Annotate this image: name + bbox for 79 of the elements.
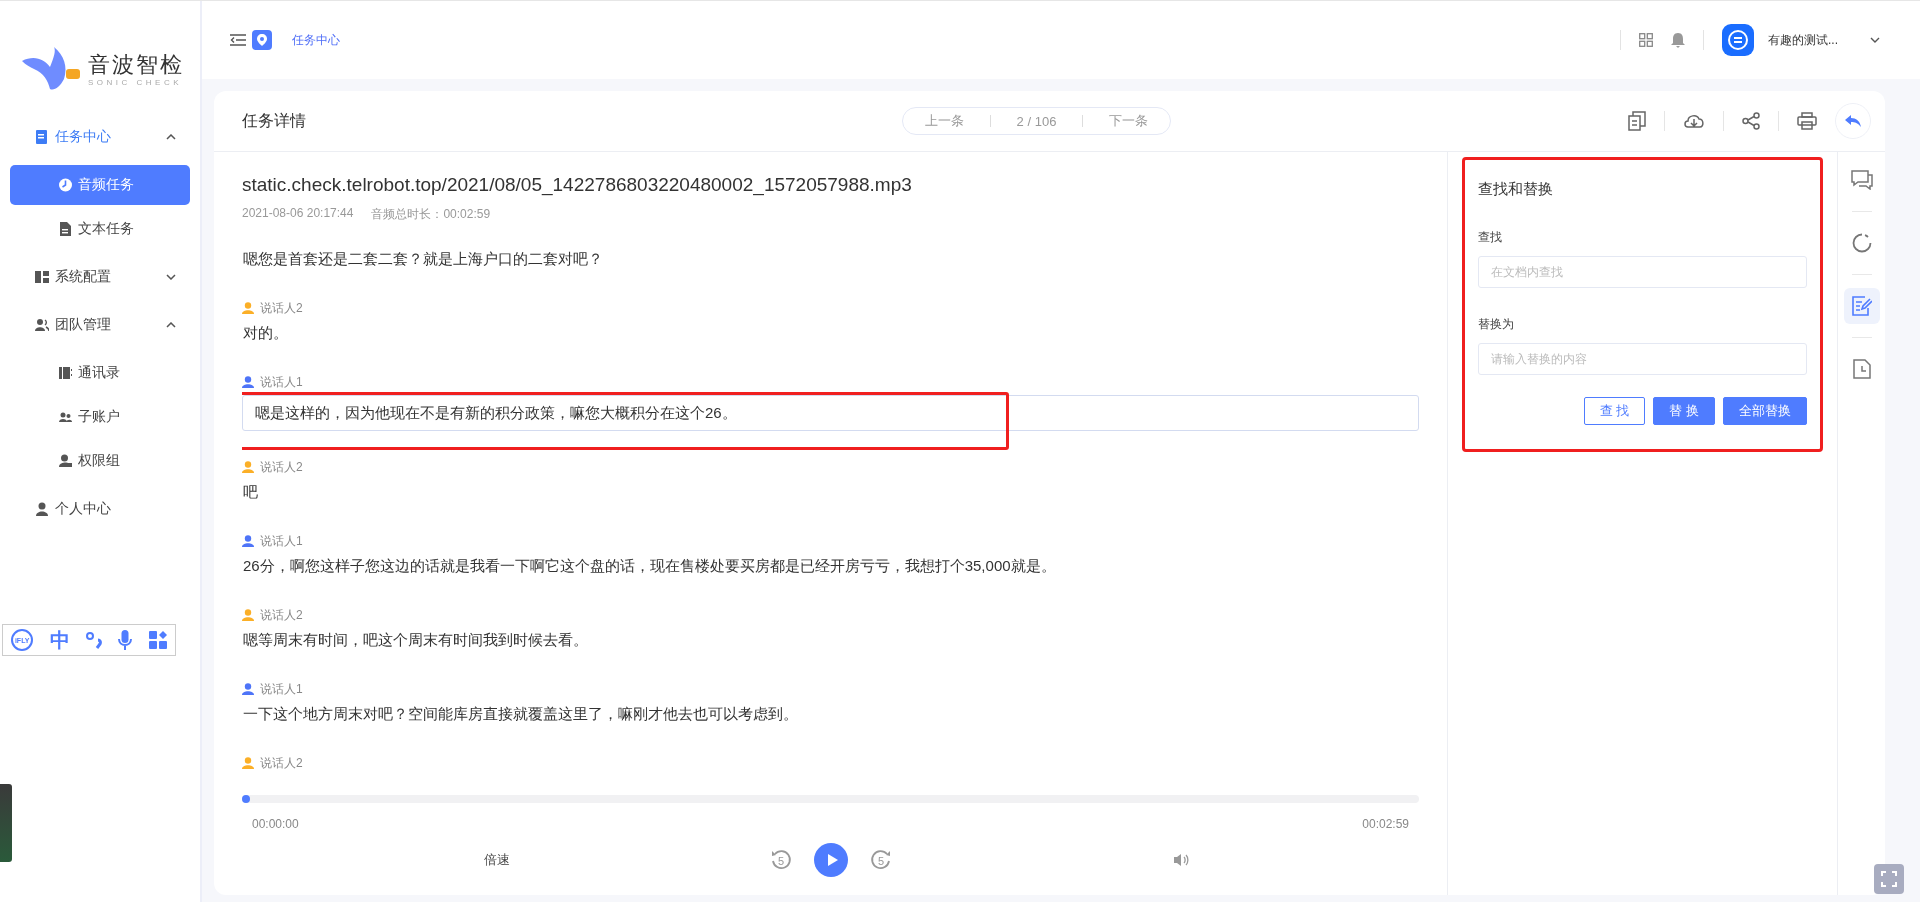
audio-duration: 音频总时长：00:02:59 — [371, 206, 491, 223]
copy-icon[interactable] — [1628, 111, 1646, 131]
menu-group[interactable]: 任务中心 — [0, 113, 200, 161]
total-time: 00:02:59 — [1362, 817, 1409, 831]
menu-item[interactable]: 音频任务 — [10, 165, 190, 205]
bell-icon[interactable] — [1671, 32, 1685, 48]
doc-icon — [35, 130, 49, 144]
utterance-text[interactable]: 吧 — [242, 479, 1419, 505]
volume-icon[interactable] — [1173, 853, 1189, 867]
user-name[interactable]: 有趣的测试... — [1768, 31, 1838, 49]
clock-icon — [59, 178, 72, 192]
language-mode-toggle[interactable]: 中 — [49, 626, 70, 654]
cloud-download-icon[interactable] — [1683, 112, 1705, 130]
back-arrow-icon — [1844, 114, 1862, 128]
brand-tagline: SONIC CHECK — [88, 77, 184, 87]
printer-icon[interactable] — [1797, 112, 1817, 130]
file-name: static.check.telrobot.top/2021/08/05_1422786803220480002_1572057988.mp3 — [242, 174, 913, 196]
speaker-label: 说话人2 — [260, 754, 303, 772]
utterance-text[interactable]: 26分，啊您这样子您这边的话就是我看一下啊它这个盘的话，现在售楼处要买房都是已经开房亏亏，我想打个35,000就是。 — [242, 553, 1419, 579]
back-button[interactable] — [1835, 103, 1871, 139]
team-icon — [35, 318, 49, 332]
location-pin-icon — [252, 30, 272, 50]
progress-track[interactable] — [242, 795, 1419, 803]
card-title: 任务详情 — [242, 110, 306, 131]
action-button[interactable]: 替 换 — [1653, 397, 1715, 425]
microphone-icon[interactable] — [118, 630, 133, 650]
speaker-label: 说话人2 — [260, 458, 303, 476]
find-input[interactable]: 在文档内查找 — [1478, 256, 1807, 288]
share-icon[interactable] — [1742, 112, 1760, 130]
menu-group[interactable]: 个人中心 — [0, 485, 200, 533]
action-button[interactable]: 全部替换 — [1723, 397, 1807, 425]
loading-circle-icon — [1851, 233, 1872, 253]
panel-title: 查找和替换 — [1478, 180, 1554, 199]
fullscreen-button[interactable] — [1874, 864, 1904, 894]
current-time: 00:00:00 — [252, 817, 299, 831]
speaker-label: 说话人2 — [260, 606, 303, 624]
person-icon — [35, 502, 49, 516]
chevron-down-icon[interactable] — [1870, 37, 1880, 43]
field-label: 查找 — [1478, 229, 1503, 246]
speaker-label: 说话人2 — [260, 299, 303, 317]
apps-icon[interactable] — [148, 631, 167, 649]
utterance-text[interactable]: 嗯等周末有时间，吧这个周末有时间我到时候去看。 — [242, 627, 1419, 653]
action-button[interactable]: 查 找 — [1583, 397, 1646, 425]
utterance-text[interactable]: 一下这个地方周末对吧？空间能库房直接就覆盖这里了，嘛刚才他去也可以考虑到。 — [242, 701, 1419, 727]
page-position: 2 / 106 — [1016, 113, 1057, 129]
speaker-label: 说话人1 — [260, 373, 303, 391]
edit-note-button[interactable] — [1843, 288, 1880, 324]
grid-icon[interactable] — [1639, 33, 1653, 47]
grid-icon — [35, 270, 49, 284]
bat-logo-icon — [20, 47, 82, 91]
record-date: 2021-08-06 20:17:44 — [242, 206, 354, 222]
play-icon — [826, 853, 839, 867]
menu-item[interactable]: 子账户 — [10, 397, 190, 437]
document-clock-icon — [1852, 359, 1871, 379]
comments-icon — [1850, 170, 1873, 190]
menu-item[interactable]: 权限组 — [10, 441, 190, 481]
menu-group[interactable]: 系统配置 — [0, 253, 200, 301]
menu-group[interactable]: 团队管理 — [0, 301, 200, 349]
speaker-label: 说话人1 — [260, 532, 303, 550]
utterance-text[interactable]: 嗯您是首套还是二套二套？就是上海户口的二套对吧？ — [242, 246, 1419, 272]
fullscreen-icon — [1881, 871, 1897, 887]
field-label: 替换为 — [1478, 316, 1515, 333]
menu-item[interactable]: 通讯录 — [10, 353, 190, 393]
users-icon — [59, 410, 72, 424]
file-icon — [59, 222, 72, 236]
menu-fold-icon[interactable] — [230, 34, 246, 46]
play-button[interactable] — [814, 843, 848, 877]
punctuation-icon[interactable] — [85, 631, 102, 649]
brand-name: 音波智检 — [88, 51, 184, 78]
utterance-text[interactable]: 嗯是这样的，因为他现在不是有新的积分政策，嘛您大概积分在这个26。 — [242, 395, 1419, 431]
playback-speed-button[interactable]: 倍速 — [484, 851, 510, 869]
breadcrumb-link[interactable]: 任务中心 — [292, 31, 340, 49]
utterance-text[interactable]: 对的。 — [242, 320, 1419, 346]
edit-note-icon — [1851, 296, 1872, 316]
avatar-icon[interactable] — [1722, 24, 1754, 56]
speaker-label: 说话人1 — [260, 680, 303, 698]
replace-input[interactable]: 请输入替换的内容 — [1478, 343, 1807, 375]
book-icon — [59, 366, 72, 380]
menu-item[interactable]: 文本任务 — [10, 209, 190, 249]
